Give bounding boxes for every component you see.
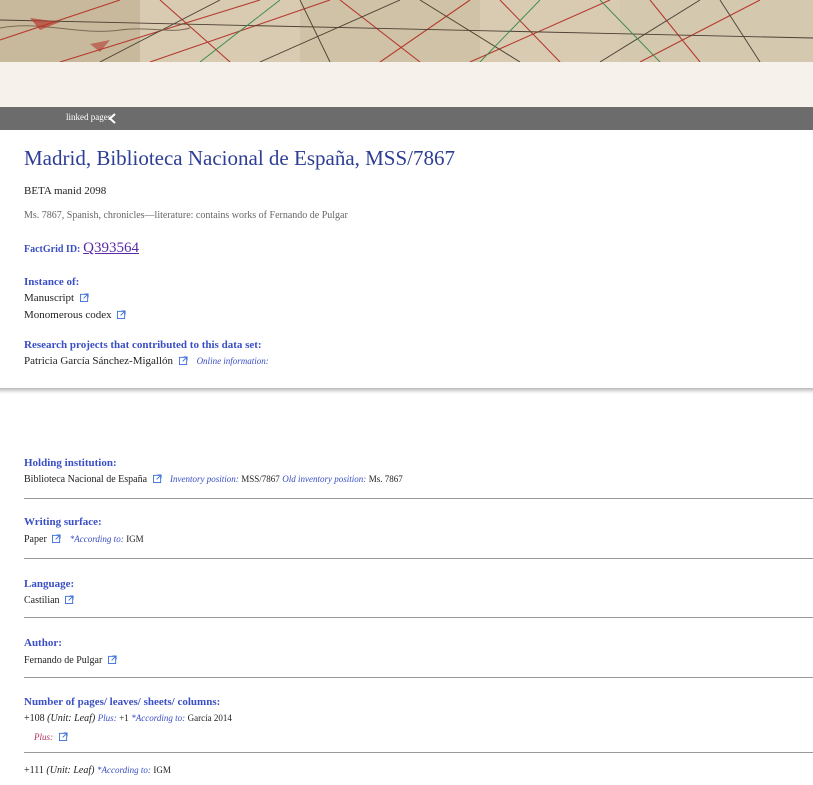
according-to-value: IGM (126, 534, 144, 544)
linked-pages-bar: linked pages (0, 107, 813, 130)
number-of-pages-label: Number of pages/ leaves/ sheets/ columns… (24, 696, 221, 708)
research-projects-label: Research projects that contributed to th… (24, 339, 262, 351)
plus-label: Plus: (97, 713, 117, 723)
page-title: Madrid, Biblioteca Nacional de España, M… (24, 146, 456, 170)
according-to-label: *According to: (131, 713, 186, 723)
old-inventory-position-label: Old inventory position: (282, 474, 367, 484)
linked-pages-label[interactable]: linked pages (66, 112, 111, 122)
writing-surface-value: Paper (24, 534, 47, 545)
writing-surface-label: Writing surface: (24, 516, 102, 528)
pages-plus-row: Plus: (34, 731, 68, 743)
instance-item: Monomerous codex (24, 309, 126, 321)
author-value: Fernando de Pulgar (24, 655, 103, 666)
section-divider (24, 558, 813, 559)
according-to-value: IGM (153, 765, 171, 775)
external-link-icon[interactable] (107, 655, 117, 664)
old-inventory-position-value: Ms. 7867 (368, 474, 403, 484)
section-divider (24, 752, 813, 753)
external-link-icon[interactable] (79, 293, 89, 302)
card-shadow (0, 388, 813, 394)
author-label: Author: (24, 637, 62, 649)
inventory-position-label: Inventory position: (170, 474, 239, 484)
header-banner-image (0, 0, 813, 62)
beta-id: BETA manid 2098 (24, 185, 107, 197)
pages-row-2: +111 (Unit: Leaf) *According to: IGM (24, 765, 171, 776)
according-to-label: *According to: (69, 534, 124, 544)
pages-unit: (Unit: Leaf) (46, 765, 95, 776)
instance-item-label: Manuscript (24, 292, 75, 304)
instance-of-label: Instance of: (24, 276, 80, 288)
pages-row-1: +108 (Unit: Leaf) Plus: +1 *According to… (24, 713, 232, 724)
factgrid-id-link[interactable]: Q393564 (83, 240, 139, 256)
section-divider (24, 677, 813, 678)
research-person: Patricia García Sánchez-Migallón (24, 355, 174, 367)
holding-row: Biblioteca Nacional de España Inventory … (24, 474, 403, 485)
holding-institution-label: Holding institution: (24, 457, 117, 469)
plus-value: +1 (119, 713, 129, 723)
factgrid-label: FactGrid ID: (24, 244, 81, 255)
pages-value: +111 (24, 765, 44, 776)
author-row: Fernando de Pulgar (24, 655, 117, 666)
writing-surface-row: Paper *According to: IGM (24, 534, 144, 545)
instance-item: Manuscript (24, 292, 89, 304)
external-link-icon[interactable] (58, 732, 68, 741)
inventory-position-value: MSS/7867 (241, 474, 280, 484)
external-link-icon[interactable] (65, 595, 74, 604)
online-information-label: Online information: (196, 356, 269, 366)
plus-sub-label: Plus: (34, 732, 53, 742)
language-value: Castilian (24, 595, 60, 606)
research-row: Patricia García Sánchez-Migallón Online … (24, 355, 269, 367)
section-divider (24, 498, 813, 499)
according-to-label: *According to: (96, 765, 151, 775)
external-link-icon[interactable] (52, 534, 61, 543)
holding-institution-value: Biblioteca Nacional de España (24, 474, 148, 485)
according-to-value: García 2014 (187, 713, 232, 723)
external-link-icon[interactable] (152, 474, 162, 483)
external-link-icon[interactable] (117, 310, 126, 319)
instance-item-label: Monomerous codex (24, 309, 112, 321)
section-divider (24, 617, 813, 618)
pages-unit: (Unit: Leaf) (47, 713, 96, 724)
pages-value: +108 (24, 713, 45, 724)
banner-spacer (0, 62, 813, 107)
language-label: Language: (24, 578, 75, 590)
language-row: Castilian (24, 595, 74, 606)
external-link-icon[interactable] (178, 356, 188, 365)
manuscript-description: Ms. 7867, Spanish, chronicles—literature… (24, 210, 348, 221)
chevron-left-icon[interactable] (107, 112, 119, 125)
factgrid-row: FactGrid ID: Q393564 (24, 240, 139, 257)
